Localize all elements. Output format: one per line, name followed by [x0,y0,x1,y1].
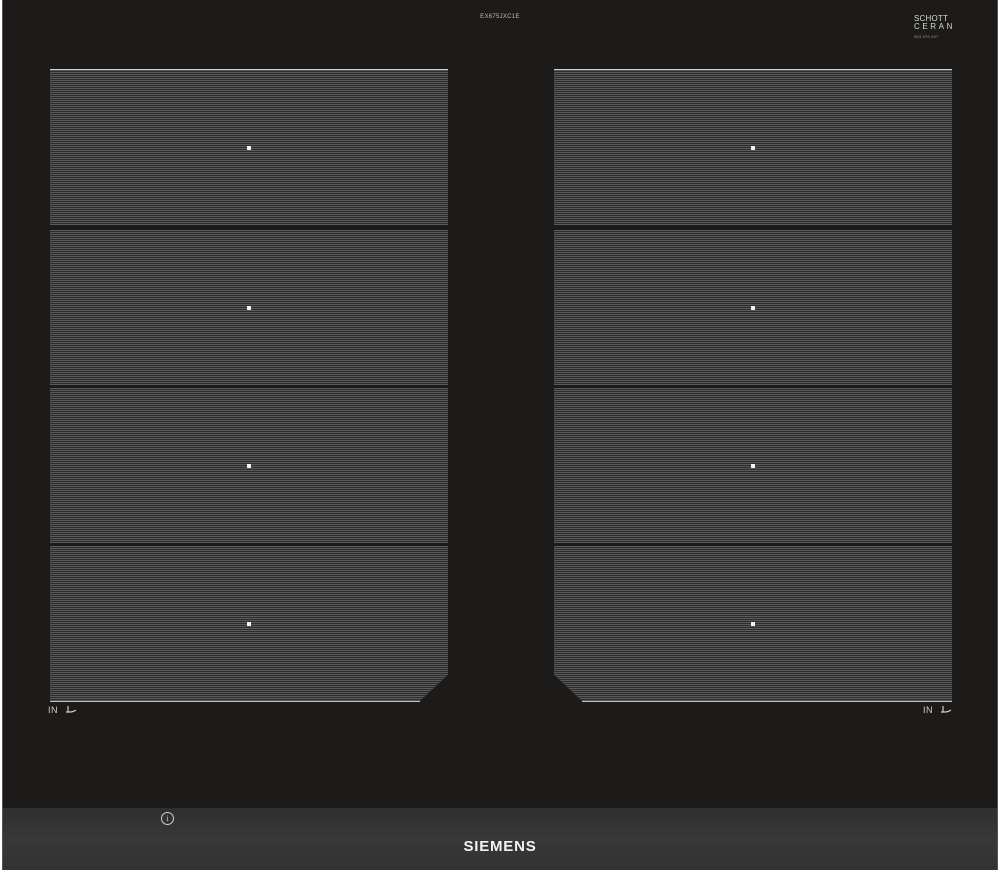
flex-label-right: IN [923,705,933,715]
info-icon[interactable]: i [161,812,174,825]
cooktop-glass: EX675JXC1E SCHOTT CERAN 963 079 007 IN I… [2,0,998,870]
cooking-zone-left-3 [50,388,448,543]
zone-center-marker [247,305,251,310]
cooking-zone-right-3 [554,388,952,543]
cooking-zone-right-1 [554,69,952,225]
flex-zone-baseline-right [582,701,952,702]
logo-line-2: CERAN [913,22,955,31]
zone-center-marker [247,463,251,468]
cooking-zone-left-4 [50,546,448,701]
cooking-zone-left-2 [50,230,448,385]
flex-indicator-left: IN [48,705,78,715]
zone-center-marker [247,145,251,150]
cooking-zone-right-2 [554,230,952,385]
cooking-zone-right-4 [554,546,952,701]
flex-label-left: IN [48,705,58,715]
zone-center-marker [247,621,251,626]
zone-center-marker [751,145,755,150]
model-code: EX675JXC1E [480,14,520,20]
logo-line-3: 963 079 007 [913,34,939,39]
flex-zone-baseline-left [50,701,420,702]
zone-center-marker [751,305,755,310]
flex-zone-icon [66,706,77,713]
zone-center-marker [751,621,755,626]
cooking-zone-left-1 [50,69,448,225]
brand-logo: SIEMENS [463,838,537,855]
zone-center-marker [751,463,755,468]
schott-ceran-logo: SCHOTT CERAN 963 079 007 [914,15,955,41]
flex-indicator-right: IN [923,705,953,715]
flex-zone-icon [941,706,952,713]
control-panel: i SIEMENS [3,808,997,870]
